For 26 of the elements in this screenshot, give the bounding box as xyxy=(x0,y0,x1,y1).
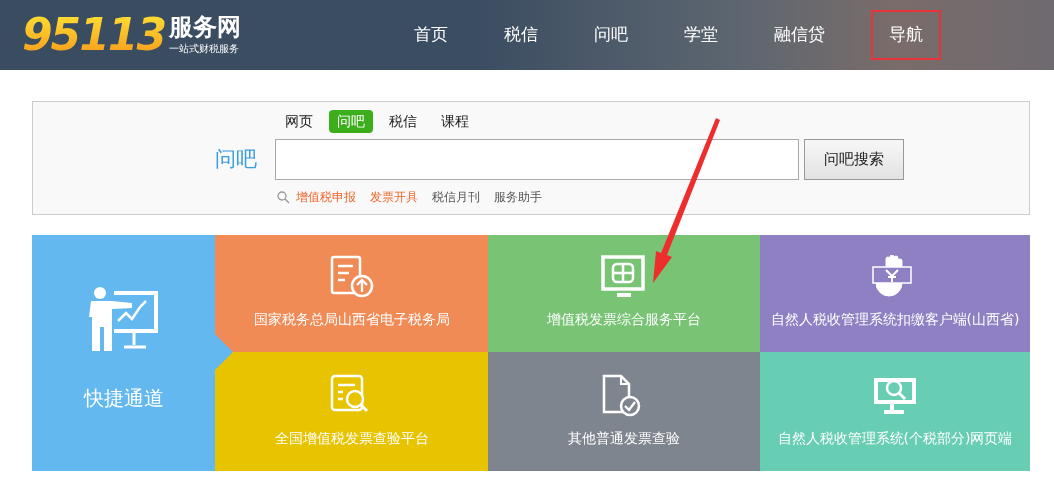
hot-search-link[interactable]: 服务助手 xyxy=(494,188,542,206)
hot-search-link[interactable]: 税信月刊 xyxy=(432,188,480,206)
shortcut-title: 快捷通道 xyxy=(83,385,164,412)
document-upload-icon xyxy=(328,255,375,299)
search-tab[interactable]: 课程 xyxy=(433,110,477,133)
nav-link[interactable]: 首页 xyxy=(404,14,458,56)
search-tab[interactable]: 税信 xyxy=(381,110,425,133)
shortcut-tile[interactable]: 其他普通发票查验 xyxy=(488,352,760,471)
search-button[interactable]: 问吧搜索 xyxy=(804,139,904,180)
hot-search-link[interactable]: 发票开具 xyxy=(370,188,418,206)
search-field[interactable] xyxy=(275,139,799,180)
site-title: 服务网 xyxy=(169,14,242,41)
hot-search-link[interactable]: 增值税申报 xyxy=(296,188,356,206)
nav-link[interactable]: 问吧 xyxy=(584,14,638,56)
monitor-icon xyxy=(601,255,647,299)
nav-link[interactable]: 导航 xyxy=(871,10,941,60)
search-tab[interactable]: 问吧 xyxy=(329,110,373,133)
nav-link[interactable]: 学堂 xyxy=(674,14,728,56)
search-tab[interactable]: 网页 xyxy=(277,110,321,133)
search-label: 问吧 xyxy=(214,145,258,173)
shortcut-tile[interactable]: 自然人税收管理系统扣缴客户端(山西省) xyxy=(760,235,1030,352)
nav-link[interactable]: 融信贷 xyxy=(764,14,835,56)
search-icon xyxy=(277,190,290,204)
presenter-icon xyxy=(87,287,160,353)
site-slogan: 一站式财税服务 xyxy=(169,41,241,56)
nav-link[interactable]: 税信 xyxy=(494,14,548,56)
